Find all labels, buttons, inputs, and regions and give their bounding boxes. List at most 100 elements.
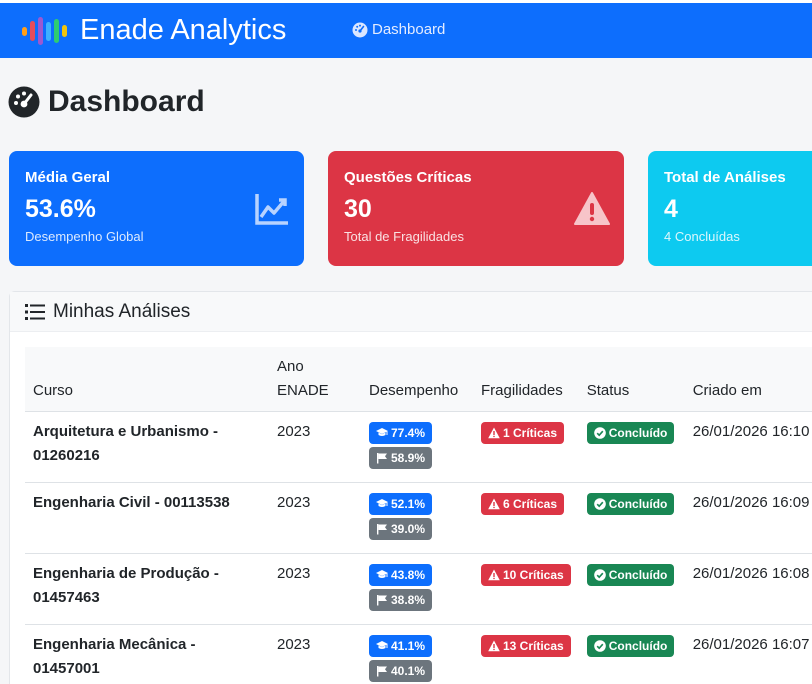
table-header-row: Curso Ano ENADE Desempenho Fragilidades … — [25, 347, 812, 412]
warning-icon — [574, 192, 610, 225]
panel-title: Minhas Análises — [53, 300, 191, 322]
performance-badge: 41.1% — [369, 635, 433, 657]
flag-icon — [377, 666, 387, 677]
table-row[interactable]: Engenharia de Produção - 01457463 2023 4… — [25, 553, 812, 625]
critical-count: 1 Críticas — [503, 426, 558, 440]
column-header-desempenho[interactable]: Desempenho — [361, 347, 473, 412]
table-row[interactable]: Engenharia Mecânica - 01457001 2023 41.1… — [25, 624, 812, 684]
stat-label: Questões Críticas — [344, 169, 472, 186]
stat-value: 30 — [344, 195, 372, 223]
performance-value: 43.8% — [391, 568, 426, 582]
column-header-fragilidades[interactable]: Fragilidades — [473, 347, 579, 412]
warning-icon — [488, 427, 500, 439]
performance-value: 41.1% — [391, 639, 426, 653]
graduation-cap-icon — [376, 641, 388, 649]
list-icon — [25, 303, 45, 320]
column-header-status[interactable]: Status — [578, 347, 685, 412]
critical-count: 10 Críticas — [503, 568, 564, 582]
critical-badge: 13 Críticas — [481, 635, 571, 657]
cell-curso[interactable]: Engenharia Mecânica - 01457001 — [25, 624, 269, 684]
table-row[interactable]: Engenharia Civil - 00113538 2023 52.1% 3… — [25, 482, 812, 554]
reference-value: 40.1% — [391, 664, 426, 678]
cell-criado: 26/01/2026 16:09 — [684, 482, 812, 554]
status-badge: Concluído — [586, 564, 675, 586]
cell-fragilidades: 10 Críticas — [473, 553, 579, 625]
reference-value: 39.0% — [391, 522, 426, 536]
check-circle-icon — [593, 569, 606, 581]
reference-badge: 39.0% — [369, 518, 433, 540]
page-title: Dashboard — [8, 82, 205, 122]
brand-title[interactable]: Enade Analytics — [80, 12, 286, 48]
cell-fragilidades: 13 Críticas — [473, 624, 579, 684]
nav-dashboard-link[interactable]: Dashboard — [352, 20, 445, 40]
performance-badge: 52.1% — [369, 493, 433, 515]
stat-sub: Total de Fragilidades — [344, 229, 464, 244]
cell-status: Concluído — [578, 411, 685, 483]
nav-dashboard-label: Dashboard — [372, 21, 446, 38]
graduation-cap-icon — [376, 499, 388, 507]
cell-desempenho: 43.8% 38.8% — [361, 553, 473, 625]
cell-fragilidades: 1 Críticas — [473, 411, 579, 483]
critical-badge: 6 Críticas — [481, 493, 565, 515]
speedometer-icon — [8, 86, 40, 118]
status-badge: Concluído — [586, 635, 675, 657]
cell-criado: 26/01/2026 16:08 — [684, 553, 812, 625]
cell-curso[interactable]: Engenharia Civil - 00113538 — [25, 482, 269, 554]
check-circle-icon — [593, 640, 606, 652]
stat-card-questoes-criticas: Questões Críticas 30 Total de Fragilidad… — [328, 151, 624, 266]
logo-icon — [22, 17, 67, 45]
cell-criado: 26/01/2026 16:10 — [684, 411, 812, 483]
critical-badge: 10 Críticas — [481, 564, 571, 586]
reference-badge: 38.8% — [369, 589, 433, 611]
navbar: Enade Analytics Dashboard — [0, 3, 812, 58]
cell-curso[interactable]: Arquitetura e Urbanismo - 01260216 — [25, 411, 269, 483]
status-badge: Concluído — [586, 493, 675, 515]
stat-sub: Desempenho Global — [25, 229, 144, 244]
stat-value: 53.6% — [25, 195, 96, 223]
analyses-panel: Minhas Análises Curso Ano ENADE Desempen… — [9, 291, 812, 684]
warning-icon — [488, 498, 500, 510]
cell-ano: 2023 — [269, 411, 361, 483]
critical-count: 6 Críticas — [503, 497, 558, 511]
status-text: Concluído — [608, 426, 668, 440]
stat-sub: 4 Concluídas — [664, 229, 740, 244]
table-row[interactable]: Arquitetura e Urbanismo - 01260216 2023 … — [25, 411, 812, 483]
cell-status: Concluído — [578, 553, 685, 625]
stat-card-total-analises: Total de Análises 4 4 Concluídas — [648, 151, 812, 266]
reference-value: 58.9% — [391, 451, 426, 465]
cell-ano: 2023 — [269, 482, 361, 554]
reference-value: 38.8% — [391, 593, 426, 607]
reference-badge: 40.1% — [369, 660, 433, 682]
check-circle-icon — [593, 498, 606, 510]
cell-status: Concluído — [578, 624, 685, 684]
column-header-curso[interactable]: Curso — [25, 347, 269, 412]
column-header-criado[interactable]: Criado em — [684, 347, 812, 412]
stat-label: Média Geral — [25, 169, 111, 186]
flag-icon — [377, 453, 387, 464]
cell-desempenho: 52.1% 39.0% — [361, 482, 473, 554]
cell-ano: 2023 — [269, 624, 361, 684]
stat-label: Total de Análises — [664, 169, 786, 186]
status-text: Concluído — [608, 568, 668, 582]
status-text: Concluído — [608, 497, 668, 511]
graduation-cap-icon — [376, 428, 388, 436]
status-badge: Concluído — [586, 422, 675, 444]
speedometer-icon — [352, 22, 368, 38]
stat-card-media-geral: Média Geral 53.6% Desempenho Global — [9, 151, 304, 266]
cell-status: Concluído — [578, 482, 685, 554]
column-header-ano[interactable]: Ano ENADE — [269, 347, 361, 412]
panel-header: Minhas Análises — [10, 292, 812, 332]
performance-value: 52.1% — [391, 497, 426, 511]
cell-criado: 26/01/2026 16:07 — [684, 624, 812, 684]
check-circle-icon — [593, 427, 606, 439]
flag-icon — [377, 595, 387, 606]
cell-curso[interactable]: Engenharia de Produção - 01457463 — [25, 553, 269, 625]
line-chart-icon — [255, 194, 288, 225]
cell-ano: 2023 — [269, 553, 361, 625]
reference-badge: 58.9% — [369, 447, 433, 469]
cell-fragilidades: 6 Críticas — [473, 482, 579, 554]
main-content: Dashboard Média Geral 53.6% Desempenho G… — [0, 58, 812, 684]
performance-badge: 77.4% — [369, 422, 433, 444]
warning-icon — [488, 640, 500, 652]
page-title-text: Dashboard — [48, 85, 205, 118]
